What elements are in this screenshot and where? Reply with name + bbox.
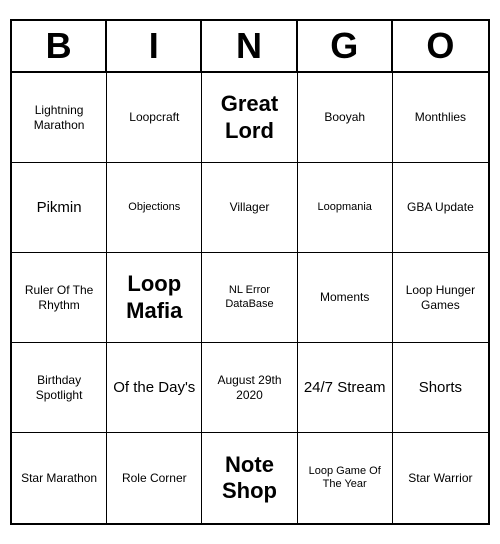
bingo-cell-14: Loop Hunger Games	[393, 253, 488, 343]
cell-text-0: Lightning Marathon	[16, 103, 102, 132]
bingo-cell-10: Ruler Of The Rhythm	[12, 253, 107, 343]
bingo-cell-4: Monthlies	[393, 73, 488, 163]
cell-text-1: Loopcraft	[129, 110, 179, 124]
header-letter-O: O	[393, 21, 488, 71]
bingo-grid: Lightning Marathon Loopcraft Great Lord Boo…	[12, 73, 488, 523]
cell-text-19: Shorts	[419, 379, 462, 397]
cell-text-24: Star Warrior	[408, 471, 472, 485]
header-letter-N: N	[202, 21, 297, 71]
cell-text-15: Birthday Spotlight	[16, 373, 102, 402]
bingo-cell-15: Birthday Spotlight	[12, 343, 107, 433]
bingo-cell-17: August 29th 2020	[202, 343, 297, 433]
cell-text-10: Ruler Of The Rhythm	[16, 283, 102, 312]
bingo-cell-16: Of the Day's	[107, 343, 202, 433]
bingo-cell-11: Loop Mafia	[107, 253, 202, 343]
cell-text-11: Loop Mafia	[111, 271, 197, 324]
bingo-cell-21: Role Corner	[107, 433, 202, 523]
cell-text-17: August 29th 2020	[206, 373, 292, 402]
header-letter-G: G	[298, 21, 393, 71]
bingo-cell-23: Loop Game Of The Year	[298, 433, 393, 523]
cell-text-9: GBA Update	[407, 200, 474, 214]
header-letter-I: I	[107, 21, 202, 71]
cell-text-6: Objections	[128, 201, 180, 214]
bingo-cell-0: Lightning Marathon	[12, 73, 107, 163]
cell-text-4: Monthlies	[415, 110, 466, 124]
bingo-cell-19: Shorts	[393, 343, 488, 433]
cell-text-16: Of the Day's	[113, 379, 195, 397]
bingo-cell-22: Note Shop	[202, 433, 297, 523]
bingo-cell-1: Loopcraft	[107, 73, 202, 163]
cell-text-18: 24/7 Stream	[304, 379, 386, 397]
bingo-cell-20: Star Marathon	[12, 433, 107, 523]
bingo-cell-8: Loopmania	[298, 163, 393, 253]
bingo-cell-18: 24/7 Stream	[298, 343, 393, 433]
cell-text-8: Loopmania	[317, 201, 371, 214]
cell-text-21: Role Corner	[122, 471, 187, 485]
cell-text-13: Moments	[320, 290, 369, 304]
bingo-cell-9: GBA Update	[393, 163, 488, 253]
bingo-cell-2: Great Lord	[202, 73, 297, 163]
bingo-cell-12: NL Error DataBase	[202, 253, 297, 343]
bingo-header: BINGO	[12, 21, 488, 73]
cell-text-5: Pikmin	[37, 199, 82, 217]
bingo-cell-7: Villager	[202, 163, 297, 253]
cell-text-22: Note Shop	[206, 452, 292, 505]
cell-text-2: Great Lord	[206, 91, 292, 144]
cell-text-3: Booyah	[324, 110, 365, 124]
bingo-cell-6: Objections	[107, 163, 202, 253]
header-letter-B: B	[12, 21, 107, 71]
cell-text-14: Loop Hunger Games	[397, 283, 484, 312]
bingo-cell-24: Star Warrior	[393, 433, 488, 523]
bingo-cell-5: Pikmin	[12, 163, 107, 253]
bingo-card: BINGO Lightning Marathon Loopcraft Great L…	[10, 19, 490, 525]
cell-text-12: NL Error DataBase	[206, 284, 292, 310]
bingo-cell-13: Moments	[298, 253, 393, 343]
cell-text-20: Star Marathon	[21, 471, 97, 485]
bingo-cell-3: Booyah	[298, 73, 393, 163]
cell-text-7: Villager	[230, 200, 270, 214]
cell-text-23: Loop Game Of The Year	[302, 465, 388, 491]
